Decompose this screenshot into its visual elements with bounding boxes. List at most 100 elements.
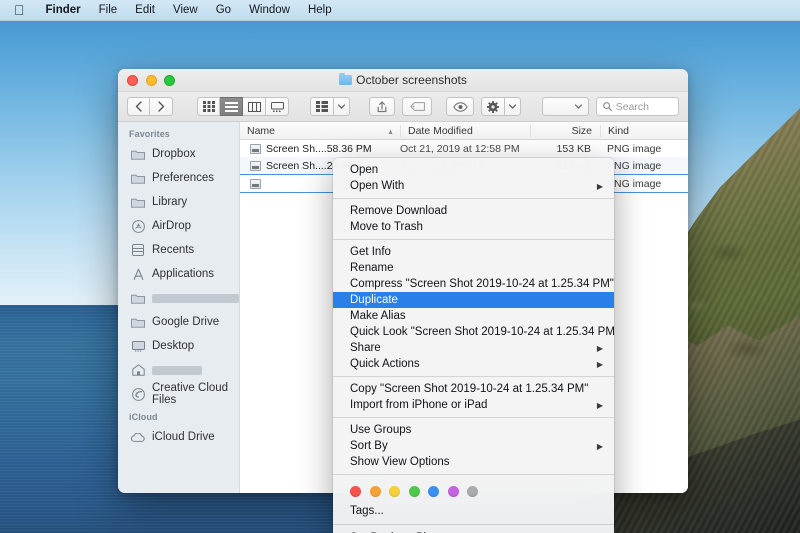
sidebar-item-airdrop[interactable]: AirDrop <box>118 214 239 238</box>
sidebar-item-desktop[interactable]: Desktop <box>118 334 239 358</box>
action-caret[interactable] <box>505 97 522 116</box>
folder-icon <box>131 148 145 160</box>
context-menu-item-remove-download[interactable]: Remove Download <box>333 203 614 219</box>
context-menu-item-open-with[interactable]: Open With ▶ <box>333 178 614 194</box>
sidebar-section-icloud-header: iCloud <box>129 412 158 422</box>
tag-color-orange[interactable] <box>369 486 381 497</box>
sidebar-item-icloud-drive[interactable]: iCloud Drive <box>118 425 239 449</box>
list-view-button[interactable] <box>220 97 244 116</box>
sidebar-item-label: Google Drive <box>152 316 220 328</box>
context-menu-item-label: Get Info <box>350 246 391 258</box>
context-menu-item-share[interactable]: Share ▶ <box>333 340 614 356</box>
sidebar-item-label: Library <box>152 196 188 208</box>
folder-icon <box>131 196 145 208</box>
context-menu: Open Open With ▶ Remove Download Move to… <box>333 158 614 533</box>
menu-item-go[interactable]: Go <box>207 0 240 21</box>
tag-color-gray[interactable] <box>467 486 478 497</box>
tag-color-blue[interactable] <box>428 486 439 497</box>
group-by-caret[interactable] <box>333 97 350 116</box>
sidebar-item-dropbox[interactable]: Dropbox <box>118 142 239 166</box>
quick-look-button[interactable] <box>446 97 475 116</box>
context-menu-item-label: Quick Look "Screen Shot 2019-10-24 at 1.… <box>350 326 614 338</box>
sidebar-item-google-drive[interactable]: Google Drive <box>118 310 239 334</box>
context-menu-item-show-view-options[interactable]: Show View Options <box>333 454 614 470</box>
sidebar-item-label: Recents <box>152 244 195 256</box>
tag-color-purple[interactable] <box>447 486 459 497</box>
sidebar-item-redacted-2[interactable] <box>118 358 239 382</box>
chevron-down-icon <box>337 104 345 109</box>
folder-icon <box>131 172 145 184</box>
share-icon <box>377 100 387 112</box>
menu-item-window[interactable]: Window <box>240 0 299 21</box>
back-button[interactable] <box>127 97 150 116</box>
window-controls <box>127 74 175 86</box>
group-by-button[interactable] <box>309 97 334 116</box>
context-menu-item-label: Import from iPhone or iPad <box>350 399 488 411</box>
zoom-button[interactable] <box>164 74 175 86</box>
airdrop-icon <box>131 219 145 233</box>
column-header-size[interactable]: Size <box>530 124 600 137</box>
context-menu-item-label: Open With <box>350 180 405 192</box>
menu-item-help[interactable]: Help <box>299 0 341 21</box>
icon-view-icon <box>202 101 215 112</box>
sidebar-item-library[interactable]: Library <box>118 190 239 214</box>
gallery-view-button[interactable] <box>266 97 290 116</box>
minimize-button[interactable] <box>145 74 157 86</box>
tag-color-red[interactable] <box>350 486 361 497</box>
forward-button[interactable] <box>150 97 173 116</box>
view-mode-buttons <box>197 97 290 116</box>
context-menu-item-tags[interactable]: Tags... <box>333 502 614 520</box>
context-menu-item-compress[interactable]: Compress "Screen Shot 2019-10-24 at 1.25… <box>333 276 614 292</box>
search-field[interactable]: Search <box>595 97 679 116</box>
share-button[interactable] <box>369 97 396 116</box>
column-view-button[interactable] <box>243 97 267 116</box>
search-icon <box>602 102 612 111</box>
close-button[interactable] <box>127 74 138 86</box>
context-menu-item-get-info[interactable]: Get Info <box>333 244 614 260</box>
column-header-kind[interactable]: Kind <box>600 124 688 137</box>
tag-color-yellow[interactable] <box>389 486 400 497</box>
sidebar-item-applications[interactable]: Applications <box>118 262 239 286</box>
icon-view-button[interactable] <box>197 97 221 116</box>
context-menu-item-quick-look[interactable]: Quick Look "Screen Shot 2019-10-24 at 1.… <box>333 324 614 340</box>
sidebar-item-label: Applications <box>152 268 215 280</box>
sidebar-item-label: Preferences <box>152 172 215 184</box>
menu-separator <box>333 239 614 240</box>
context-menu-item-sort-by[interactable]: Sort By ▶ <box>333 438 614 454</box>
menu-item-edit[interactable]: Edit <box>126 0 164 21</box>
sidebar-item-creative-cloud-files[interactable]: Creative Cloud Files <box>118 382 239 406</box>
toolbar-dropdown[interactable] <box>542 97 589 116</box>
context-menu-item-rename[interactable]: Rename <box>333 260 614 276</box>
menu-separator <box>333 417 614 418</box>
context-menu-item-duplicate[interactable]: Duplicate <box>333 292 614 308</box>
context-menu-item-set-desktop-picture[interactable]: Set Desktop Picture <box>333 529 614 533</box>
action-button[interactable] <box>481 97 506 116</box>
column-header-date-modified[interactable]: Date Modified <box>400 124 530 137</box>
menu-item-file[interactable]: File <box>90 0 127 21</box>
tag-button[interactable] <box>402 97 433 116</box>
context-menu-item-open[interactable]: Open <box>333 162 614 178</box>
folder-icon <box>131 292 145 304</box>
table-row[interactable]: Screen Sh....58.36 PM Oct 21, 2019 at 12… <box>240 140 688 157</box>
file-date-cell: Oct 21, 2019 at 12:58 PM <box>400 142 520 155</box>
context-menu-item-move-to-trash[interactable]: Move to Trash <box>333 219 614 235</box>
context-menu-item-import-from-iphone[interactable]: Import from iPhone or iPad ▶ <box>333 397 614 413</box>
context-menu-item-quick-actions[interactable]: Quick Actions ▶ <box>333 356 614 372</box>
context-menu-item-make-alias[interactable]: Make Alias <box>333 308 614 324</box>
menu-item-view[interactable]: View <box>164 0 207 21</box>
submenu-arrow-icon: ▶ <box>596 441 603 451</box>
sidebar-item-recents[interactable]: Recents <box>118 238 239 262</box>
apple-logo-icon[interactable]:  <box>14 3 25 17</box>
context-menu-item-copy[interactable]: Copy "Screen Shot 2019-10-24 at 1.25.34 … <box>333 381 614 397</box>
context-menu-item-use-groups[interactable]: Use Groups <box>333 422 614 438</box>
group-by-icon <box>315 101 328 112</box>
menu-item-finder[interactable]: Finder <box>37 0 90 21</box>
sidebar-item-preferences[interactable]: Preferences <box>118 166 239 190</box>
png-file-icon <box>250 143 261 154</box>
sidebar-item-redacted-1[interactable] <box>118 286 239 310</box>
tag-color-green[interactable] <box>408 486 420 497</box>
column-header-name[interactable]: Name ▲ <box>240 125 400 137</box>
chevron-left-icon <box>135 101 142 112</box>
tag-icon <box>409 102 425 111</box>
sidebar-item-label: AirDrop <box>152 220 191 232</box>
